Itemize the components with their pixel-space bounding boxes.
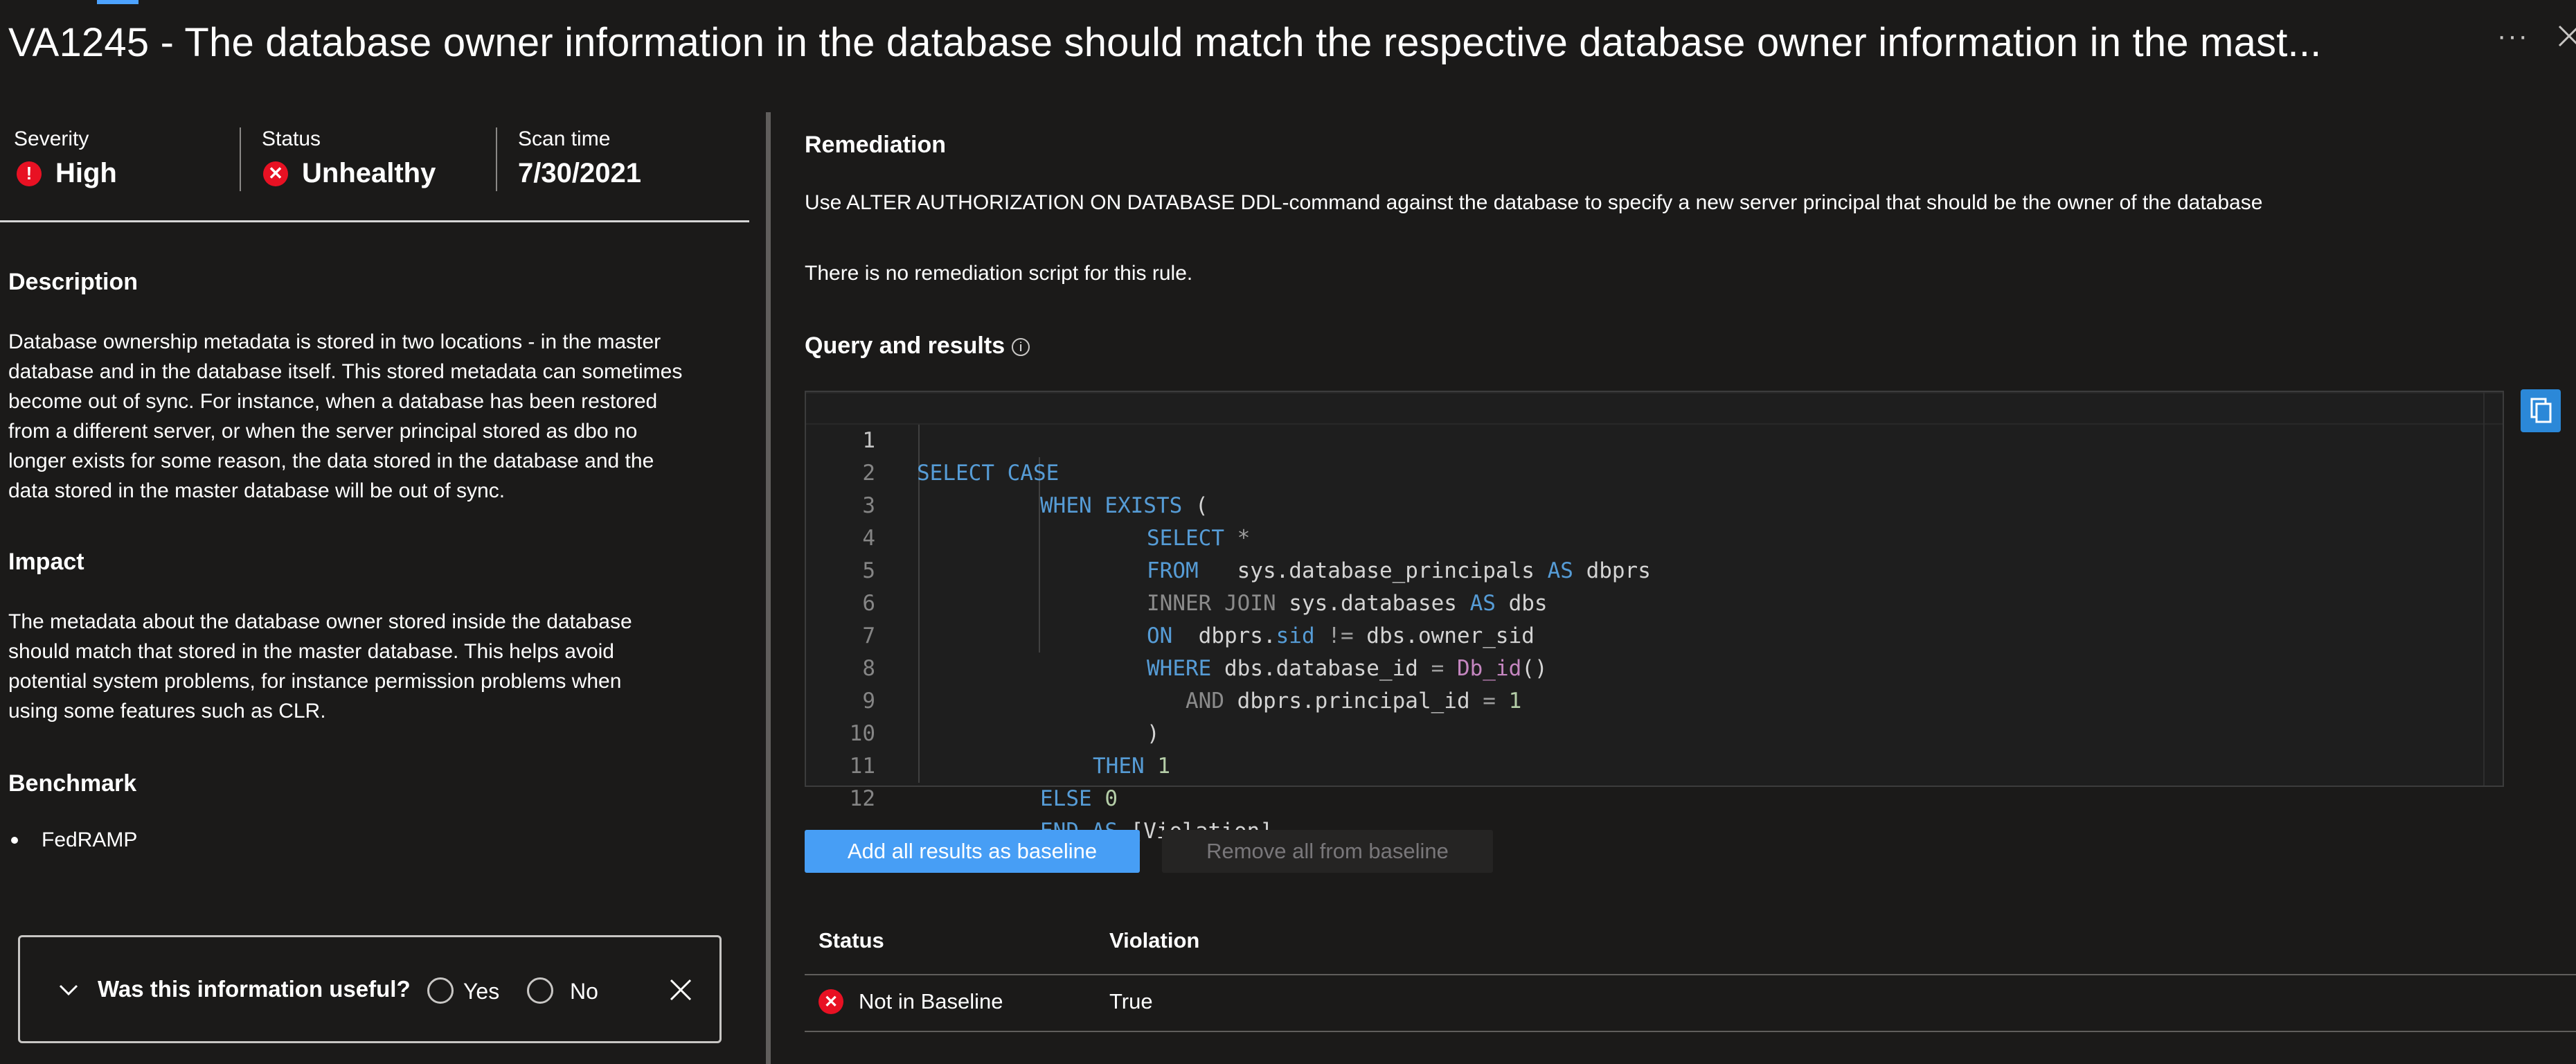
copy-query-button[interactable]	[2521, 389, 2561, 432]
status-value: Unhealthy	[302, 158, 436, 188]
table-row-violation[interactable]: True	[1109, 989, 1153, 1014]
column-header-violation[interactable]: Violation	[1109, 928, 1199, 953]
query-heading-label: Query and results	[805, 332, 1005, 359]
table-row-status[interactable]: ✕ Not in Baseline	[819, 989, 1003, 1014]
close-icon[interactable]	[2555, 22, 2576, 50]
description-line: data stored in the master database will …	[8, 479, 506, 502]
status-label: Status	[262, 127, 321, 150]
description-heading: Description	[8, 269, 138, 295]
code-line: 10 THEN 1	[806, 685, 2503, 779]
remediation-script-note: There is no remediation script for this …	[805, 262, 1193, 285]
impact-line: using some features such as CLR.	[8, 700, 326, 722]
query-editor[interactable]: 1 SELECT CASE 2 WHEN EXISTS ( 3 SELECT *…	[805, 391, 2504, 844]
yes-radio[interactable]	[427, 977, 454, 1004]
benchmark-heading: Benchmark	[8, 770, 137, 797]
info-icon[interactable]: i	[1012, 338, 1030, 357]
severity-value-row: ! High	[14, 158, 117, 189]
summary-row: Severity ! High Status ✕ Unhealthy Scan …	[0, 111, 749, 194]
remove-all-baseline-button[interactable]: Remove all from baseline	[1162, 830, 1493, 873]
description-line: longer exists for some reason, the data …	[8, 450, 654, 472]
code-line: 11 ELSE 0	[806, 718, 2503, 811]
impact-text: The metadata about the database owner st…	[8, 607, 735, 726]
yes-label[interactable]: Yes	[463, 979, 499, 1004]
unhealthy-icon: ✕	[263, 161, 288, 186]
code-line: 12 END AS [Violation]	[806, 750, 2503, 844]
status-cell-text: Not in Baseline	[859, 989, 1003, 1013]
scan-time-value: 7/30/2021	[518, 158, 641, 188]
no-label[interactable]: No	[570, 979, 598, 1004]
benchmark-item-label: FedRAMP	[42, 828, 138, 851]
remediation-text: Use ALTER AUTHORIZATION ON DATABASE DDL-…	[805, 191, 2263, 214]
more-icon[interactable]: ···	[2497, 21, 2529, 52]
panel-header: VA1245 - The database owner information …	[0, 0, 2576, 97]
code-line: 4 FROM sys.database_principals AS dbprs	[806, 490, 2503, 583]
code-line: 1 SELECT CASE	[806, 392, 2503, 486]
description-line: become out of sync. For instance, when a…	[8, 390, 658, 413]
impact-line: should match that stored in the master d…	[8, 640, 614, 663]
description-line: database and in the database itself. Thi…	[8, 360, 683, 383]
breadcrumb-link-remnant[interactable]	[97, 0, 138, 4]
section-divider	[0, 220, 749, 222]
code-line: 7 WHERE dbs.database_id = Db_id()	[806, 587, 2503, 681]
severity-block: Severity ! High	[14, 127, 117, 194]
chevron-down-icon[interactable]	[56, 977, 81, 1002]
description-line: Database ownership metadata is stored in…	[8, 330, 661, 353]
severity-high-icon: !	[17, 161, 42, 186]
remediation-heading: Remediation	[805, 132, 947, 158]
scan-time-block: Scan time 7/30/2021	[518, 127, 641, 194]
column-header-status[interactable]: Status	[819, 928, 884, 953]
copy-icon	[2530, 398, 2552, 423]
divider	[240, 127, 241, 191]
pane-splitter[interactable]	[766, 112, 771, 1064]
close-icon[interactable]	[668, 977, 693, 1002]
details-pane: Severity ! High Status ✕ Unhealthy Scan …	[0, 111, 755, 1064]
description-text: Database ownership metadata is stored in…	[8, 327, 735, 506]
severity-label: Severity	[14, 127, 89, 150]
query-heading: Query and results i	[805, 332, 1030, 360]
impact-heading: Impact	[8, 549, 84, 575]
status-value-row: ✕ Unhealthy	[262, 158, 436, 189]
page-title: VA1245 - The database owner information …	[8, 20, 2322, 65]
bullet	[11, 837, 18, 844]
impact-line: potential system problems, for instance …	[8, 670, 622, 693]
no-radio[interactable]	[527, 977, 553, 1004]
feedback-box: Was this information useful? Yes No	[18, 935, 722, 1043]
code-line: 6 ON dbprs.sid != dbs.owner_sid	[806, 555, 2503, 648]
table-header-divider	[805, 974, 2576, 975]
divider	[496, 127, 497, 191]
line-number: 12	[849, 786, 875, 811]
code-line: 5 INNER JOIN sys.databases AS dbs	[806, 522, 2503, 616]
benchmark-item: FedRAMP	[8, 828, 137, 852]
add-all-baseline-button[interactable]: Add all results as baseline	[805, 830, 1140, 873]
status-block: Status ✕ Unhealthy	[262, 127, 436, 194]
scan-time-label: Scan time	[518, 127, 611, 150]
impact-line: The metadata about the database owner st…	[8, 610, 632, 633]
code-token: ELSE	[1040, 786, 1092, 811]
code-line: 2 WHEN EXISTS (	[806, 425, 2503, 518]
severity-value: High	[55, 158, 117, 188]
code-line: 3 SELECT *	[806, 457, 2503, 551]
table-row-divider	[805, 1031, 2576, 1032]
not-in-baseline-icon: ✕	[819, 989, 843, 1014]
code-line: 8 AND dbprs.principal_id = 1	[806, 620, 2503, 713]
feedback-question: Was this information useful?	[98, 976, 411, 1002]
description-line: from a different server, or when the ser…	[8, 420, 638, 443]
code-token: 0	[1104, 786, 1118, 811]
code-line: 9 )	[806, 653, 2503, 746]
